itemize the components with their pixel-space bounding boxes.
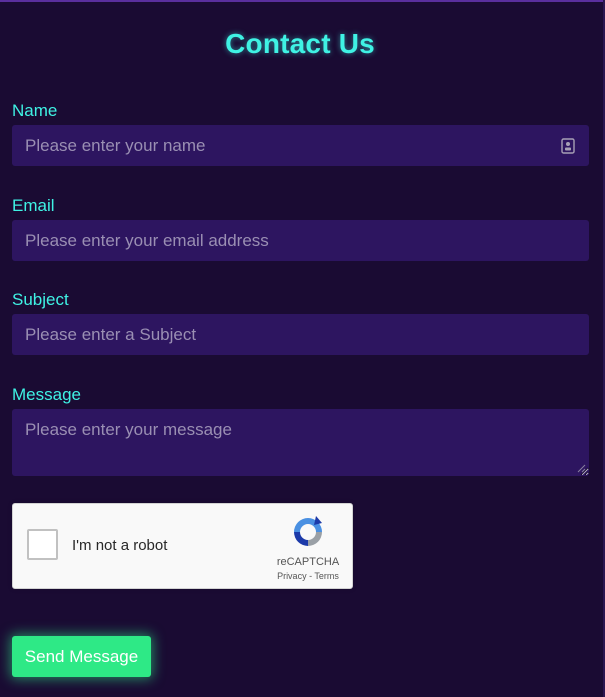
subject-input[interactable] — [12, 314, 589, 355]
recaptcha-privacy-link[interactable]: Privacy — [277, 571, 307, 581]
subject-label: Subject — [12, 290, 69, 309]
name-label: Name — [12, 101, 58, 120]
message-label: Message — [12, 385, 81, 404]
recaptcha-widget: I'm not a robot reCAPTCHA Privacy - Term… — [12, 503, 353, 589]
top-border — [0, 0, 605, 2]
recaptcha-terms-link[interactable]: Terms — [314, 571, 339, 581]
recaptcha-logo-icon — [294, 516, 322, 546]
email-input[interactable] — [12, 220, 589, 261]
recaptcha-brand: reCAPTCHA — [276, 556, 340, 568]
send-message-button[interactable]: Send Message — [12, 636, 151, 677]
email-label: Email — [12, 196, 55, 215]
recaptcha-links: Privacy - Terms — [271, 571, 345, 581]
page-title: Contact Us — [225, 28, 375, 59]
message-textarea[interactable] — [12, 409, 589, 476]
name-input[interactable] — [12, 125, 589, 166]
recaptcha-checkbox-label: I'm not a robot — [72, 537, 168, 554]
recaptcha-checkbox[interactable] — [27, 529, 58, 560]
